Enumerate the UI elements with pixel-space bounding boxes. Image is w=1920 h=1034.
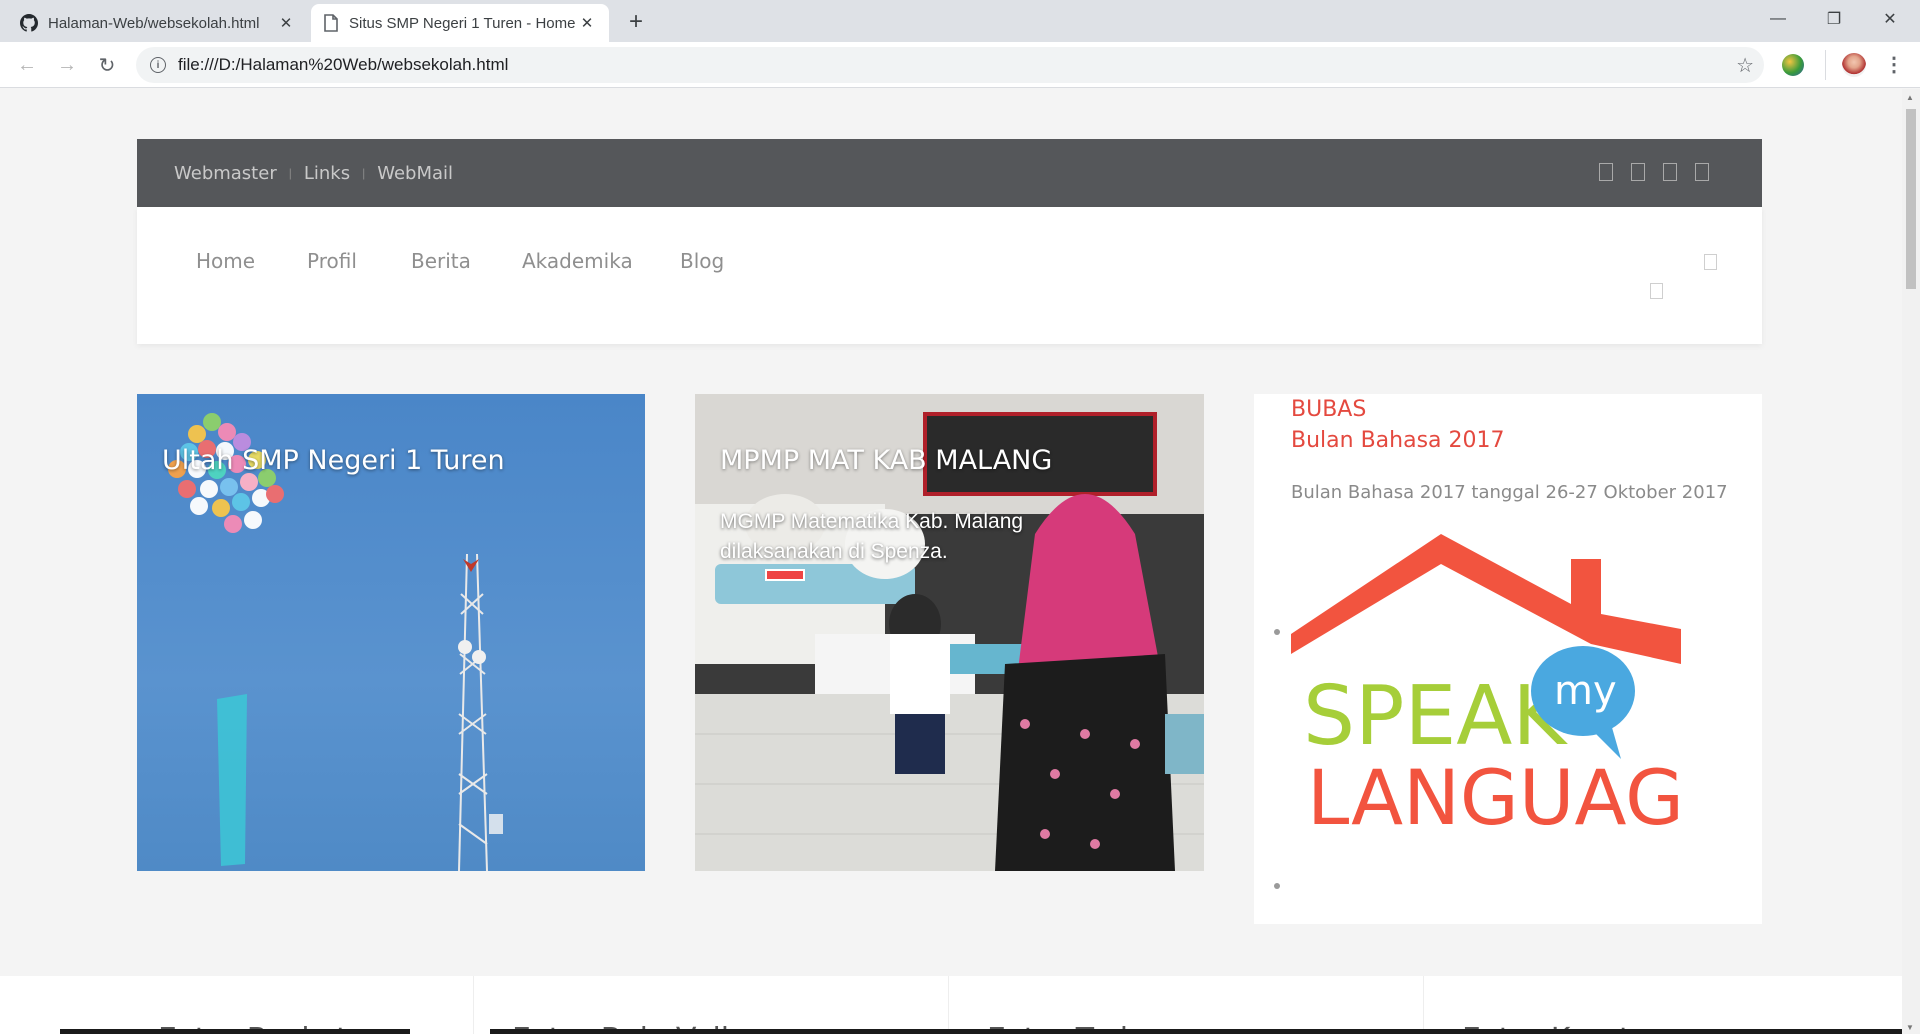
instagram-icon[interactable] [1695,163,1709,181]
info-icon[interactable]: i [150,57,166,73]
nav-blog[interactable]: Blog [680,249,724,273]
site-topbar: Webmaster | Links | WebMail [137,139,1762,207]
list-bullet [1274,629,1280,635]
scroll-down-icon[interactable]: ▼ [1906,1023,1914,1032]
separator: | [288,166,292,180]
menu-toggle-icon[interactable] [1650,283,1663,299]
maximize-button[interactable]: ❐ [1806,0,1862,38]
svg-text:LANGUAGE: LANGUAGE [1307,753,1681,834]
close-window-button[interactable]: ✕ [1862,0,1918,38]
image-strip [490,1029,1902,1034]
extension-icon[interactable] [1782,54,1804,76]
google-plus-icon[interactable] [1663,163,1677,181]
nav-home[interactable]: Home [196,249,255,273]
search-icon[interactable] [1704,254,1717,270]
nav-profil[interactable]: Profil [307,249,357,273]
menu-icon[interactable]: ⋮ [1884,52,1904,77]
speak-my-language-logo: SPEAK my LANGUAGE [1291,534,1681,834]
feature-title-line2: Bulan Bahasa 2017 [1291,428,1505,453]
address-bar[interactable]: i file:///D:/Halaman%20Web/websekolah.ht… [136,47,1764,83]
url-text: file:///D:/Halaman%20Web/websekolah.html [178,55,509,74]
tab-active[interactable]: Situs SMP Negeri 1 Turen - Home ✕ [311,4,609,42]
browser-toolbar: ← → ↻ i file:///D:/Halaman%20Web/webseko… [0,42,1920,88]
svg-text:SPEAK: SPEAK [1303,669,1568,764]
card-title[interactable]: MPMP MAT KAB MALANG [720,445,1052,476]
topbar-link-links[interactable]: Links [304,163,350,184]
scroll-up-icon[interactable]: ▲ [1906,93,1914,102]
card-text: MGMP Matematika Kab. Malang dilaksanakan… [720,510,1024,563]
feature-text: Bulan Bahasa 2017 tanggal 26-27 Oktober … [1291,482,1728,503]
tab-title: Halaman-Web/websekolah.html [48,14,260,32]
toolbar-divider [1825,50,1826,80]
nav-akademika[interactable]: Akademika [522,249,633,273]
avatar[interactable] [1842,53,1866,77]
main-navigation: Home Profil Berita Akademika Blog [137,207,1762,344]
list-bullet [1274,883,1280,889]
divider [473,976,474,1034]
page-scrollbar[interactable]: ▲ ▼ [1902,89,1920,1034]
news-card-mpmp[interactable]: MPMP MAT KAB MALANG MGMP Matematika Kab.… [695,394,1204,871]
page-viewport: Webmaster | Links | WebMail Home Profil … [0,89,1902,1034]
divider [948,976,949,1034]
card-title[interactable]: Ultah SMP Negeri 1 Turen [162,445,505,476]
page-icon [324,14,338,32]
svg-text:my: my [1554,668,1617,714]
facebook-icon[interactable] [1599,163,1613,181]
twitter-icon[interactable] [1631,163,1645,181]
reload-icon[interactable]: ↻ [92,50,122,80]
github-icon [20,14,38,32]
divider [1423,976,1424,1034]
tab-title: Situs SMP Negeri 1 Turen - Home [349,14,576,32]
close-icon[interactable]: ✕ [577,13,597,33]
nav-berita[interactable]: Berita [411,249,471,273]
news-card-ultah[interactable]: Ultah SMP Negeri 1 Turen [137,394,645,871]
new-tab-button[interactable]: + [622,8,650,36]
minimize-button[interactable]: — [1750,0,1806,38]
tab-github[interactable]: Halaman-Web/websekolah.html ✕ [8,4,308,42]
tab-strip: Halaman-Web/websekolah.html ✕ Situs SMP … [0,0,1920,42]
forward-arrow-icon[interactable]: → [52,50,82,80]
feature-title-line1: BUBAS [1291,397,1367,422]
feature-card-bubas[interactable]: BUBAS Bulan Bahasa 2017 Bulan Bahasa 201… [1254,394,1762,924]
extras-section: Extra Basket Extra Bola Voli Extra Tari … [0,976,1902,1034]
image-strip [60,1029,410,1034]
star-icon[interactable]: ☆ [1736,53,1754,78]
feature-title[interactable]: BUBAS Bulan Bahasa 2017 [1291,394,1505,456]
topbar-link-webmail[interactable]: WebMail [377,163,453,184]
back-arrow-icon[interactable]: ← [12,50,42,80]
topbar-link-webmaster[interactable]: Webmaster [174,163,277,184]
separator: | [362,166,366,180]
close-icon[interactable]: ✕ [276,13,296,33]
scrollbar-thumb[interactable] [1906,109,1916,289]
